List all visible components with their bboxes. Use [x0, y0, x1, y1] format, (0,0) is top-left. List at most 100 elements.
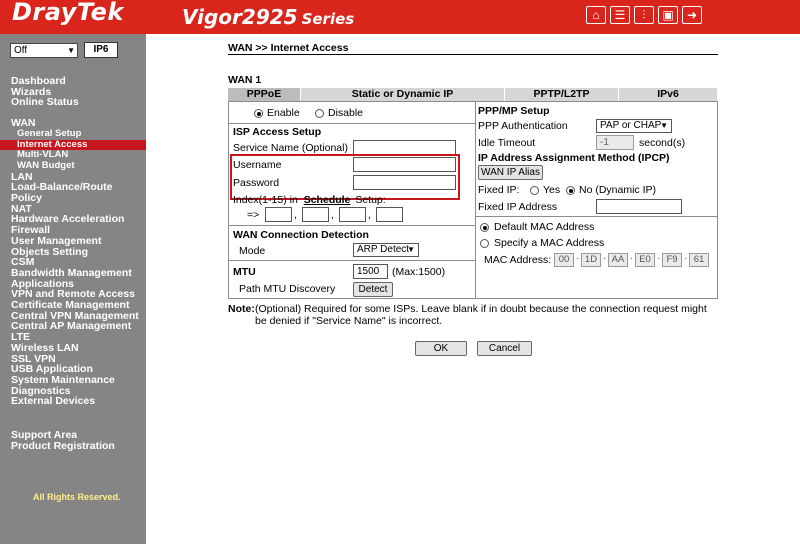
- sidebar-item-central-ap[interactable]: Central AP Management: [11, 321, 146, 332]
- tab-static-dynamic-ip[interactable]: Static or Dynamic IP: [301, 88, 505, 101]
- username-label: Username: [233, 159, 282, 171]
- sidebar-item-load-balance[interactable]: Load-Balance/Route Policy: [11, 182, 146, 204]
- sidebar-item-product-registration[interactable]: Product Registration: [11, 441, 146, 452]
- mac-octet-5[interactable]: F9: [662, 253, 682, 267]
- cancel-button[interactable]: Cancel: [477, 341, 532, 356]
- model-series: Series: [301, 10, 355, 28]
- mac-separator: ·: [576, 253, 580, 264]
- chevron-down-icon: ▼: [407, 245, 415, 254]
- index-label: Index(1-15) in Schedule Setup:: [233, 194, 386, 206]
- home-icon[interactable]: ⌂: [586, 6, 606, 24]
- tab-pppoe[interactable]: PPPoE: [228, 88, 301, 101]
- schedule-index-1[interactable]: [265, 207, 292, 222]
- ppp-mp-setup-title: PPP/MP Setup: [478, 105, 550, 117]
- ipv6-badge[interactable]: IP6: [84, 42, 118, 58]
- mac-separator: ·: [603, 253, 607, 264]
- fixed-ip-address-label: Fixed IP Address: [478, 201, 558, 213]
- sidebar-item-user-management[interactable]: User Management: [11, 236, 146, 247]
- tab-ipv6[interactable]: IPv6: [619, 88, 718, 101]
- mac-octet-6[interactable]: 61: [689, 253, 709, 267]
- model-title: Vigor2925 Series: [182, 5, 354, 29]
- language-value: Off: [14, 44, 28, 56]
- password-label: Password: [233, 177, 280, 189]
- idle-timeout-label: Idle Timeout: [478, 137, 536, 149]
- note-label: Note:: [228, 303, 255, 315]
- idle-timeout-unit: second(s): [639, 137, 686, 149]
- wan-label: WAN 1: [228, 74, 262, 86]
- mac-octet-3[interactable]: AA: [608, 253, 628, 267]
- column-divider: [475, 102, 476, 298]
- save-icon[interactable]: ▣: [658, 6, 678, 24]
- divider: [228, 54, 718, 55]
- schedule-index-3[interactable]: [339, 207, 366, 222]
- note-text: (Optional) Required for some ISPs. Leave…: [255, 303, 707, 327]
- mac-address-label: MAC Address:: [484, 254, 552, 266]
- specify-mac-label: Specify a MAC Address: [494, 237, 605, 249]
- idle-timeout-input[interactable]: -1: [596, 135, 634, 150]
- tab-pptp-l2tp[interactable]: PPTP/L2TP: [505, 88, 619, 101]
- fixed-ip-yes-label: Yes: [543, 184, 561, 196]
- note: Note: (Optional) Required for some ISPs.…: [228, 303, 718, 327]
- header-bar: DrayTek Vigor2925 Series ⌂ ☰ ⫶ ▣ ➜: [0, 0, 800, 34]
- mtu-max-label: (Max:1500): [392, 266, 446, 278]
- logout-icon[interactable]: ➜: [682, 6, 702, 24]
- sidebar-item-wireless-lan[interactable]: Wireless LAN: [11, 343, 146, 354]
- schedule-index-2[interactable]: [302, 207, 329, 222]
- default-mac-radio[interactable]: [480, 223, 489, 232]
- sidebar: Off ▼ IP6 Dashboard Wizards Online Statu…: [0, 34, 146, 544]
- sidebar-menu: Dashboard Wizards Online Status WAN Gene…: [0, 76, 146, 452]
- sidebar-item-external-devices[interactable]: External Devices: [11, 396, 146, 407]
- comma: ,: [331, 209, 334, 221]
- wan-ip-alias-button[interactable]: WAN IP Alias: [478, 165, 543, 180]
- mac-separator: ·: [657, 253, 661, 264]
- specify-mac-radio[interactable]: [480, 239, 489, 248]
- ppp-auth-select[interactable]: PAP or CHAP ▼: [596, 119, 672, 133]
- schedule-index-4[interactable]: [376, 207, 403, 222]
- main-content: WAN >> Internet Access WAN 1 PPPoE Stati…: [228, 34, 800, 544]
- divider: [229, 123, 475, 124]
- ppp-auth-value: PAP or CHAP: [600, 120, 662, 131]
- ppp-auth-label: PPP Authentication: [478, 120, 568, 132]
- comma: ,: [368, 209, 371, 221]
- draytek-logo: DrayTek: [12, 0, 124, 26]
- schedule-link[interactable]: Schedule: [304, 194, 351, 206]
- ok-button[interactable]: OK: [415, 341, 467, 356]
- fixed-ip-yes-radio[interactable]: [530, 186, 539, 195]
- disable-radio[interactable]: [315, 109, 324, 118]
- fixed-ip-label: Fixed IP:: [478, 184, 520, 196]
- username-input[interactable]: [353, 157, 456, 172]
- mac-octet-2[interactable]: 1D: [581, 253, 601, 267]
- password-input[interactable]: [353, 175, 456, 190]
- copyright-text: All Rights Reserved.: [33, 492, 121, 502]
- default-mac-label: Default MAC Address: [494, 221, 595, 233]
- breadcrumb: WAN >> Internet Access: [228, 42, 349, 54]
- mac-separator: ·: [630, 253, 634, 264]
- comma: ,: [294, 209, 297, 221]
- fixed-ip-no-radio[interactable]: [566, 186, 575, 195]
- mode-select[interactable]: ARP Detect ▼: [353, 243, 419, 257]
- enable-radio[interactable]: [254, 109, 263, 118]
- mode-value: ARP Detect: [357, 244, 410, 255]
- mac-octet-1[interactable]: 00: [554, 253, 574, 267]
- mtu-input[interactable]: 1500: [353, 264, 388, 279]
- fixed-ip-address-input[interactable]: [596, 199, 682, 214]
- service-name-label: Service Name (Optional): [233, 142, 348, 154]
- sidebar-item-general-setup[interactable]: General Setup: [11, 128, 146, 140]
- sidebar-top: Off ▼ IP6: [10, 42, 118, 58]
- equalizer-icon[interactable]: ⫶: [634, 6, 654, 24]
- path-mtu-label: Path MTU Discovery: [239, 283, 336, 295]
- disable-label: Disable: [328, 107, 364, 119]
- sidebar-item-online-status[interactable]: Online Status: [11, 97, 146, 108]
- detect-button[interactable]: Detect: [353, 282, 393, 297]
- header-icons: ⌂ ☰ ⫶ ▣ ➜: [586, 6, 702, 24]
- list-icon[interactable]: ☰: [610, 6, 630, 24]
- tab-bar: PPPoE Static or Dynamic IP PPTP/L2TP IPv…: [228, 88, 718, 101]
- divider: [229, 225, 475, 226]
- settings-panel: Enable Disable ISP Access Setup Service …: [228, 101, 718, 299]
- service-name-input[interactable]: [353, 140, 456, 155]
- mac-octet-4[interactable]: E0: [635, 253, 655, 267]
- language-select[interactable]: Off ▼: [10, 42, 78, 58]
- chevron-down-icon: ▼: [660, 121, 668, 130]
- chevron-down-icon: ▼: [67, 45, 75, 55]
- divider: [229, 260, 475, 261]
